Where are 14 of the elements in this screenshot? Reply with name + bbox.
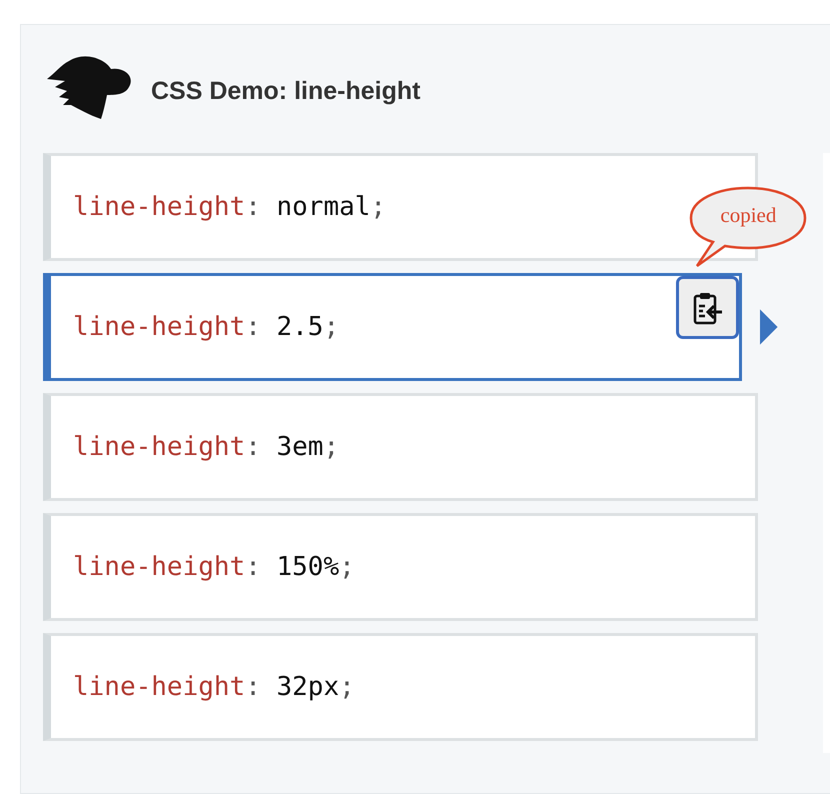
dinosaur-logo-icon	[45, 55, 133, 121]
choice-option[interactable]: line-height: 3em;	[43, 393, 758, 501]
copied-tooltip: copied	[689, 186, 808, 268]
code-line: line-height: 3em;	[73, 430, 340, 464]
code-line: line-height: 2.5;	[73, 310, 340, 344]
choice-option[interactable]: line-height: 32px;	[43, 633, 758, 741]
code-line: line-height: normal;	[73, 190, 386, 224]
choice-option[interactable]: line-height: 150%;	[43, 513, 758, 621]
code-line: line-height: 150%;	[73, 550, 355, 584]
demo-title: CSS Demo: line-height	[151, 76, 420, 107]
copy-button[interactable]	[676, 276, 740, 339]
code-line: line-height: 32px;	[73, 670, 355, 704]
selected-arrow-icon	[760, 309, 778, 345]
clipboard-icon	[692, 290, 723, 324]
